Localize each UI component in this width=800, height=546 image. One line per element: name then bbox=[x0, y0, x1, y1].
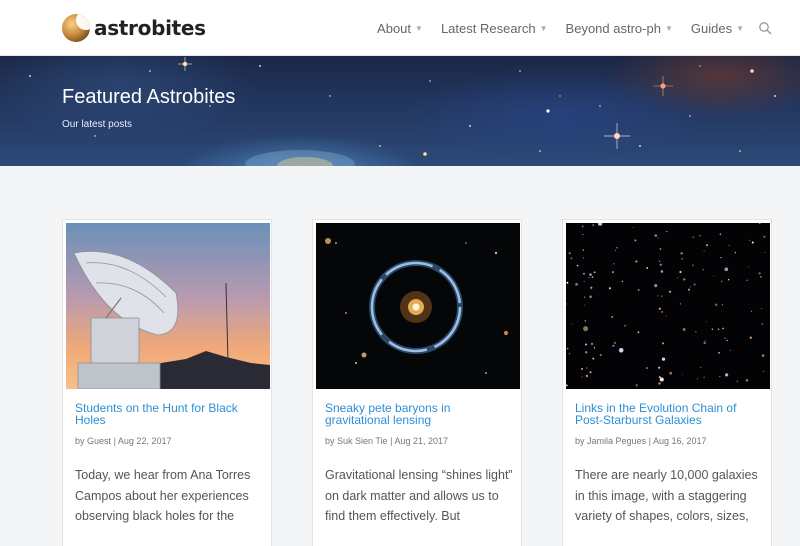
nav-item-guides[interactable]: Guides ▼ bbox=[691, 21, 744, 36]
post-meta: by Jamila Pegues | Aug 16, 2017 bbox=[575, 436, 765, 446]
post-excerpt: Today, we hear from Ana Torres Campos ab… bbox=[75, 468, 251, 523]
post-thumbnail[interactable] bbox=[316, 223, 520, 389]
post-date: Aug 22, 2017 bbox=[117, 436, 172, 446]
meta-separator: | bbox=[113, 436, 116, 446]
post-meta: by Guest | Aug 22, 2017 bbox=[75, 436, 265, 446]
post-author[interactable]: Guest bbox=[87, 436, 111, 446]
chevron-down-icon: ▼ bbox=[664, 23, 673, 33]
nav-label: About bbox=[377, 20, 412, 36]
by-label: by bbox=[575, 436, 585, 446]
meta-separator: | bbox=[390, 436, 393, 446]
post-author[interactable]: Jamila Pegues bbox=[587, 436, 646, 446]
post-excerpt: Gravitational lensing “shines light” on … bbox=[325, 468, 513, 523]
post-date: Aug 16, 2017 bbox=[652, 436, 707, 446]
post-date: Aug 21, 2017 bbox=[394, 436, 448, 446]
post-card: Sneaky pete baryons in gravitational len… bbox=[312, 219, 522, 546]
by-label: by bbox=[325, 436, 335, 446]
post-title[interactable]: Sneaky pete baryons in gravitational len… bbox=[325, 402, 513, 426]
main-nav: About ▼ Latest Research ▼ Beyond astro-p… bbox=[359, 0, 772, 56]
chevron-down-icon: ▼ bbox=[539, 23, 548, 33]
post-thumbnail[interactable] bbox=[566, 223, 770, 389]
nav-label: Latest Research bbox=[440, 20, 536, 36]
search-icon[interactable] bbox=[758, 21, 772, 35]
einstein-ring-image bbox=[316, 223, 520, 389]
page-subtitle: Our latest posts bbox=[62, 119, 133, 130]
nav-item-beyond-astro-ph[interactable]: Beyond astro-ph ▼ bbox=[566, 21, 673, 36]
nav-label: Beyond astro-ph bbox=[565, 20, 661, 36]
radio-telescope-image bbox=[66, 223, 270, 389]
chevron-down-icon: ▼ bbox=[415, 23, 423, 33]
page-title: Featured Astrobites bbox=[62, 86, 236, 108]
nav-item-latest-research[interactable]: Latest Research ▼ bbox=[441, 21, 548, 36]
post-title[interactable]: Students on the Hunt for Black Holes bbox=[75, 402, 263, 426]
site-logo[interactable]: astrobites bbox=[62, 13, 206, 43]
starfield-background bbox=[29, 57, 776, 166]
post-card: Students on the Hunt for Black Holes by … bbox=[62, 219, 272, 546]
post-meta: by Suk Sien Tie | Aug 21, 2017 bbox=[325, 436, 515, 446]
deep-field-image bbox=[566, 223, 770, 389]
by-label: by bbox=[75, 436, 85, 446]
site-header: astrobites About ▼ Latest Research ▼ Bey… bbox=[0, 0, 800, 56]
nav-label: Guides bbox=[690, 20, 733, 36]
chevron-down-icon: ▼ bbox=[736, 23, 744, 33]
post-excerpt: There are nearly 10,000 galaxies in this… bbox=[575, 468, 758, 523]
meta-separator: | bbox=[648, 436, 651, 446]
astrobites-logo-icon bbox=[62, 14, 90, 42]
post-title[interactable]: Links in the Evolution Chain of Post-Sta… bbox=[575, 402, 763, 426]
hero-banner: Featured Astrobites Our latest posts bbox=[0, 56, 800, 166]
post-author[interactable]: Suk Sien Tie bbox=[337, 436, 388, 446]
nav-item-about[interactable]: About ▼ bbox=[377, 21, 423, 36]
logo-text: astrobites bbox=[94, 16, 206, 40]
post-thumbnail[interactable] bbox=[66, 223, 270, 389]
post-card: Links in the Evolution Chain of Post-Sta… bbox=[562, 219, 772, 546]
